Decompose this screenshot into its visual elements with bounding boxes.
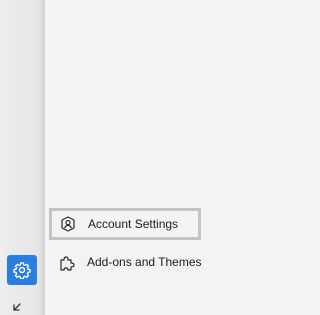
gear-icon <box>13 262 31 279</box>
puzzle-icon <box>59 253 76 271</box>
settings-button[interactable] <box>7 255 37 285</box>
app-window: Account Settings Add-ons and Themes <box>0 0 287 315</box>
collapse-toolbar-button[interactable] <box>11 302 27 315</box>
menu-item-label: Account Settings <box>88 217 179 231</box>
menu-item-addons-and-themes[interactable]: Add-ons and Themes <box>49 246 202 278</box>
menu-item-label: Add-ons and Themes <box>87 255 202 269</box>
spaces-toolbar <box>0 0 45 315</box>
collapse-arrow-icon <box>13 303 21 311</box>
menu-item-account-settings[interactable]: Account Settings <box>49 208 201 240</box>
app-menu-panel: Account Settings Add-ons and Themes <box>45 0 287 315</box>
account-icon <box>59 215 77 233</box>
